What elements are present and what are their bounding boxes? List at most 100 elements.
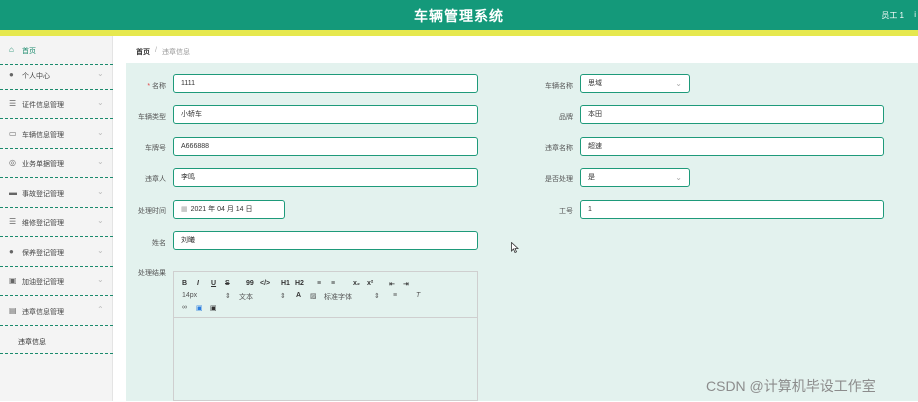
sidebar-item-maintenance[interactable]: ● 保养登记管理 ⌄ [0,238,113,267]
sidebar-item-label: 证件信息管理 [22,102,64,109]
superscript-button[interactable]: x² [367,280,373,287]
italic-button[interactable]: I [197,280,199,287]
result-editor: B I U S 99 </> H1 H2 ≡ ≡ x₂ x² ⇤ ⇥ 14px … [173,271,478,401]
chevron-down-icon: ⌄ [675,79,682,88]
sidebar-item-label: 维修登记管理 [22,220,64,227]
settings-icon: ◎ [9,158,16,167]
handle-time-picker[interactable]: ▦ 2021 年 04 月 14 日 [173,200,285,219]
clear-format-icon[interactable]: T [416,292,420,299]
image-icon[interactable]: ▣ [196,304,203,312]
font-color-icon[interactable]: A [296,292,301,299]
sidebar-item-accidents[interactable]: ▬ 事故登记管理 ⌄ [0,179,113,208]
violation-name-field[interactable]: 超速 [580,137,884,156]
blockquote-button[interactable]: 99 [246,280,254,287]
doc-icon: ▤ [9,306,17,315]
watermark: CSDN @计算机毕设工作室 [706,378,876,394]
sidebar-item-label: 加油登记管理 [22,279,64,286]
sidebar-item-repairs[interactable]: ☰ 维修登记管理 ⌄ [0,208,113,237]
align-icon[interactable]: ≡ [393,292,397,299]
breadcrumb-separator: / [155,47,157,54]
chevron-down-icon: ⌄ [97,216,104,225]
user-icon: ● [9,247,14,256]
chevron-down-icon: ⌄ [97,246,104,255]
sidebar-item-violations[interactable]: ▤ 违章信息管理 ⌃ [0,297,113,326]
underline-button[interactable]: U [211,280,216,287]
list-icon: ☰ [9,99,17,108]
background-color-icon[interactable]: ▨ [310,292,317,300]
app-title: 车辆管理系统 [414,8,504,24]
chevron-down-icon: ⌄ [97,187,104,196]
chevron-updown-icon: ⇕ [225,293,231,300]
sidebar-item-vehicles[interactable]: ▭ 车辆信息管理 ⌄ [0,120,113,149]
sidebar-item-label: 首页 [22,48,36,55]
full-name-field[interactable]: 刘曦 [173,231,478,250]
font-family-select[interactable]: 标准字体 [324,292,352,302]
chevron-down-icon: ⌄ [97,128,104,137]
name-field[interactable]: 1111 [173,74,478,93]
vehicle-name-select[interactable]: 思域 ⌄ [580,74,690,93]
sidebar-item-certificates[interactable]: ☰ 证件信息管理 ⌄ [0,90,113,119]
text-style-select[interactable]: 文本 [239,292,253,302]
violation-name-label: 违章名称 [545,145,573,152]
bullet-list-button[interactable]: ≡ [331,280,335,287]
accent-strip [0,30,918,36]
top-bar: 车辆管理系统 员工 1 i [0,0,918,30]
sidebar-item-label: 个人中心 [22,73,50,80]
outdent-button[interactable]: ⇤ [389,280,395,288]
breadcrumb-current: 违章信息 [162,49,190,56]
handled-label: 是否处理 [545,176,573,183]
editor-toolbar: B I U S 99 </> H1 H2 ≡ ≡ x₂ x² ⇤ ⇥ 14px … [174,272,477,318]
sidebar-subitem-violation-info[interactable]: 违章信息 [0,326,113,354]
chevron-updown-icon: ⇕ [374,293,380,300]
sidebar-item-label: 保养登记管理 [22,250,64,257]
handled-select[interactable]: 是 ⌄ [580,168,690,187]
link-icon[interactable]: ∞ [182,304,187,311]
h1-button[interactable]: H1 [281,280,290,287]
name-label: * 名称 [147,83,166,90]
sidebar-item-fueling[interactable]: ▣ 加油登记管理 ⌄ [0,267,113,296]
sidebar-item-label: 业务单据管理 [22,161,64,168]
calendar-icon: ▦ [181,206,188,213]
sidebar-item-personal-center[interactable]: ● 个人中心 ⌄ [0,61,113,90]
breadcrumb-home[interactable]: 首页 [136,47,150,57]
employee-no-label: 工号 [559,208,573,215]
chevron-down-icon: ⌄ [97,98,104,107]
indent-button[interactable]: ⇥ [403,280,409,288]
chevron-down-icon: ⌄ [675,173,682,182]
user-icon: ● [9,70,14,79]
home-icon: ⌂ [9,45,14,54]
h2-button[interactable]: H2 [295,280,304,287]
chevron-down-icon: ⌄ [97,69,104,78]
sidebar-subitem-label: 违章信息 [18,339,46,346]
sidebar: ⌂ 首页 ● 个人中心 ⌄ ☰ 证件信息管理 ⌄ ▭ 车辆信息管理 ⌄ ◎ 业务… [0,36,113,401]
chat-icon: ▭ [9,129,17,138]
list-icon: ☰ [9,217,17,226]
user-menu[interactable]: 员工 1 [881,10,904,21]
strike-button[interactable]: S [225,280,230,287]
ordered-list-button[interactable]: ≡ [317,280,321,287]
fuel-icon: ▣ [9,276,17,285]
full-name-label: 姓名 [152,240,166,247]
vehicle-type-field[interactable]: 小轿车 [173,105,478,124]
bold-button[interactable]: B [182,280,187,287]
editor-content-area[interactable] [174,319,477,402]
video-icon[interactable]: ▣ [210,304,217,312]
handle-time-label: 处理时间 [138,208,166,215]
font-size-select[interactable]: 14px [182,292,197,299]
form-panel: * 名称 1111 车辆名称 思域 ⌄ 车辆类型 小轿车 品牌 本田 车牌号 A6… [126,63,918,401]
violator-field[interactable]: 李鸣 [173,168,478,187]
plate-field[interactable]: A666888 [173,137,478,156]
chevron-down-icon: ⌄ [97,275,104,284]
sidebar-item-business-docs[interactable]: ◎ 业务单据管理 ⌄ [0,149,113,178]
subscript-button[interactable]: x₂ [353,280,360,287]
sidebar-item-label: 违章信息管理 [22,309,64,316]
violator-label: 违章人 [145,176,166,183]
chevron-up-icon: ⌃ [97,305,104,314]
employee-no-field[interactable]: 1 [580,200,884,219]
plate-label: 车牌号 [145,145,166,152]
sidebar-item-label: 事故登记管理 [22,191,64,198]
code-button[interactable]: </> [260,280,270,287]
user-menu-extra[interactable]: i [914,10,916,19]
brand-field[interactable]: 本田 [580,105,884,124]
vehicle-name-label: 车辆名称 [545,83,573,90]
